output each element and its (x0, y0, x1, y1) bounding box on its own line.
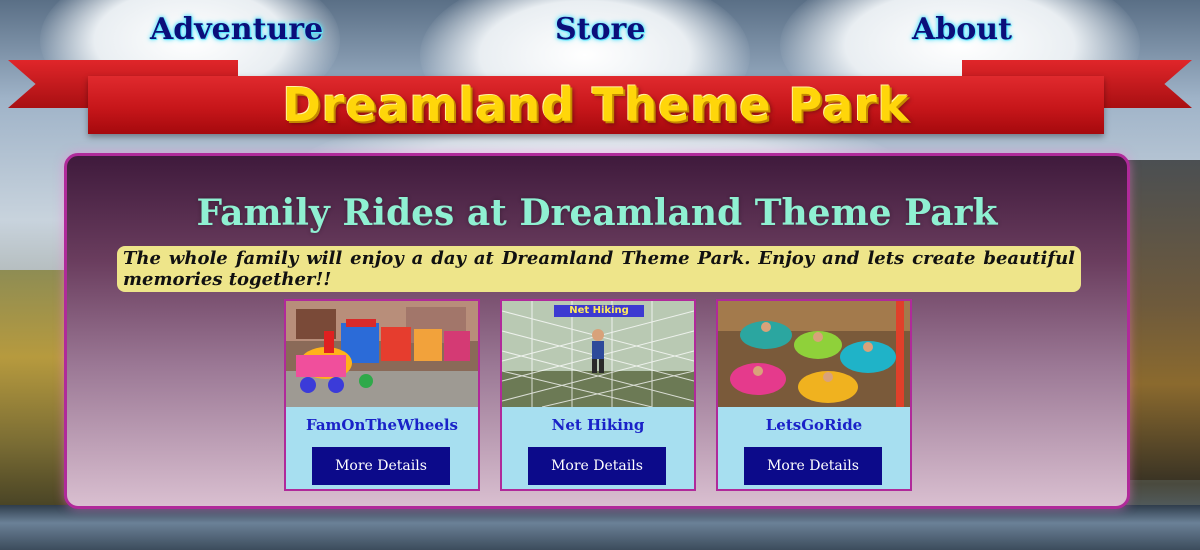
main-panel: Family Rides at Dreamland Theme Park The… (64, 153, 1130, 509)
ride-name: FamOnTheWheels (306, 416, 458, 434)
page-title: Family Rides at Dreamland Theme Park (196, 192, 998, 234)
ride-card-letsgoride: LetsGoRide More Details (716, 299, 912, 491)
top-nav: Adventure Store About (0, 12, 1200, 54)
nav-link-adventure[interactable]: Adventure (150, 12, 323, 47)
nav-link-store[interactable]: Store (555, 12, 645, 47)
site-banner: Dreamland Theme Park (88, 76, 1104, 134)
ride-image-train (286, 301, 478, 407)
site-title: Dreamland Theme Park (282, 78, 910, 132)
ride-image-net: Net Hiking (502, 301, 694, 407)
more-details-button[interactable]: More Details (312, 447, 450, 485)
water-reflection (0, 505, 1200, 550)
more-details-button[interactable]: More Details (744, 447, 882, 485)
net-hiking-sign: Net Hiking (554, 305, 644, 317)
more-details-button[interactable]: More Details (528, 447, 666, 485)
trees-right (1120, 160, 1200, 480)
nav-link-about[interactable]: About (912, 12, 1012, 47)
ride-name: LetsGoRide (765, 416, 863, 434)
ride-name: Net Hiking (551, 416, 645, 434)
ride-card-famonthewheels: FamOnTheWheels More Details (284, 299, 480, 491)
ride-card-net-hiking: Net Hiking Net Hiking More Details (500, 299, 696, 491)
ride-image-bumper-cars (718, 301, 910, 407)
intro-text: The whole family will enjoy a day at Dre… (117, 246, 1081, 292)
